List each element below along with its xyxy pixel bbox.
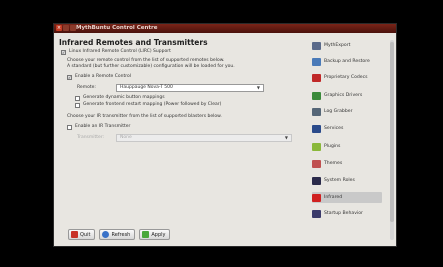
sidebar-item-label: Themes — [324, 161, 343, 166]
sidebar-item-startup-behavior[interactable]: Startup Behavior — [312, 208, 382, 219]
sidebar-item-themes[interactable]: Themes — [312, 158, 382, 169]
generate-mappings-checkbox[interactable] — [75, 95, 80, 101]
sidebar-item-label: Log Grabber — [324, 109, 353, 114]
action-buttons: Quit Refresh Apply — [68, 229, 171, 240]
minimize-icon[interactable] — [63, 25, 69, 31]
themes-icon — [312, 159, 321, 168]
plugins-icon — [312, 142, 321, 151]
mythexport-icon — [312, 41, 321, 50]
remote-label: Remote: — [77, 85, 96, 90]
title-bar: × MythBuntu Control Centre — [54, 24, 396, 33]
sidebar-item-plugins[interactable]: Plugins — [312, 141, 382, 152]
control-centre-window: × MythBuntu Control Centre Infrared Remo… — [53, 23, 397, 247]
sidebar-item-system-roles[interactable]: System Roles — [312, 175, 382, 186]
sidebar-item-proprietary-codecs[interactable]: Proprietary Codecs — [312, 72, 382, 83]
apply-label: Apply — [151, 231, 166, 238]
lirc-support-label: Linux Infrared Remote Control (LIRC) Sup… — [69, 49, 171, 54]
magnifier-icon — [312, 107, 321, 116]
quit-label: Quit — [80, 231, 91, 238]
sidebar-item-label: Plugins — [324, 144, 341, 149]
remote-select-value: Hauppauge Nova-T 500 — [120, 85, 173, 90]
sidebar-scrollbar[interactable] — [390, 40, 394, 240]
enable-remote-label: Enable a Remote Control — [75, 74, 132, 79]
system-roles-icon — [312, 176, 321, 185]
description-line-2: A standard (but further customizable) co… — [67, 64, 235, 69]
chevron-down-icon: ▼ — [284, 135, 288, 140]
generate-mappings-label: Generate dynamic button mappings — [83, 95, 165, 100]
close-icon[interactable]: × — [56, 25, 62, 31]
transmitter-select-value: None — [120, 135, 132, 140]
generate-frontend-checkbox[interactable] — [75, 102, 80, 108]
generate-frontend-label: Generate frontend restart mapping (Power… — [83, 102, 222, 107]
sidebar-item-label: System Roles — [324, 178, 355, 183]
codecs-icon — [312, 73, 321, 82]
infrared-panel: Infrared Remotes and Transmitters ✓ Linu… — [56, 34, 308, 246]
quit-icon — [71, 231, 78, 238]
services-icon — [312, 124, 321, 133]
infrared-icon — [312, 193, 321, 202]
refresh-button[interactable]: Refresh — [99, 229, 136, 240]
chevron-down-icon: ▼ — [256, 85, 260, 90]
sidebar-item-backup-and-restore[interactable]: Backup and Restore — [312, 56, 382, 67]
refresh-icon — [102, 231, 110, 238]
window-title: MythBuntu Control Centre — [76, 25, 158, 31]
backup-icon — [312, 57, 321, 66]
check-icon — [142, 231, 150, 238]
sidebar-item-graphics-drivers[interactable]: Graphics Drivers — [312, 90, 382, 101]
sidebar-item-label: Proprietary Codecs — [324, 75, 368, 80]
enable-remote-checkbox[interactable]: ✓ — [67, 74, 72, 80]
sidebar-item-infrared[interactable]: Infrared — [312, 192, 382, 203]
lirc-support-checkbox[interactable]: ✓ — [61, 49, 66, 55]
transmitter-select[interactable]: None ▼ — [116, 134, 292, 142]
sidebar-item-label: Startup Behavior — [324, 211, 363, 216]
apply-button[interactable]: Apply — [139, 229, 171, 240]
sidebar: MythExport Backup and Restore Proprietary … — [310, 34, 396, 246]
startup-icon — [312, 209, 321, 218]
sidebar-item-label: Backup and Restore — [324, 59, 370, 64]
sidebar-item-label: MythExport — [324, 43, 351, 48]
page-title: Infrared Remotes and Transmitters — [59, 38, 208, 47]
enable-transmitter-label: Enable an IR Transmitter — [75, 124, 131, 129]
transmitter-description: Choose your IR transmitter from the list… — [67, 114, 222, 119]
graphics-icon — [312, 91, 321, 100]
sidebar-item-label: Graphics Drivers — [324, 93, 363, 98]
quit-button[interactable]: Quit — [68, 229, 96, 240]
transmitter-label: Transmitter: — [77, 135, 105, 140]
sidebar-item-mythexport[interactable]: MythExport — [312, 40, 382, 51]
sidebar-item-label: Infrared — [324, 195, 343, 200]
sidebar-item-services[interactable]: Services — [312, 123, 382, 134]
sidebar-item-log-grabber[interactable]: Log Grabber — [312, 106, 382, 117]
refresh-label: Refresh — [111, 231, 131, 238]
sidebar-scrollbar-thumb[interactable] — [390, 42, 394, 222]
enable-transmitter-checkbox[interactable] — [67, 124, 72, 130]
remote-select[interactable]: Hauppauge Nova-T 500 ▼ — [116, 84, 264, 92]
sidebar-item-label: Services — [324, 126, 344, 131]
